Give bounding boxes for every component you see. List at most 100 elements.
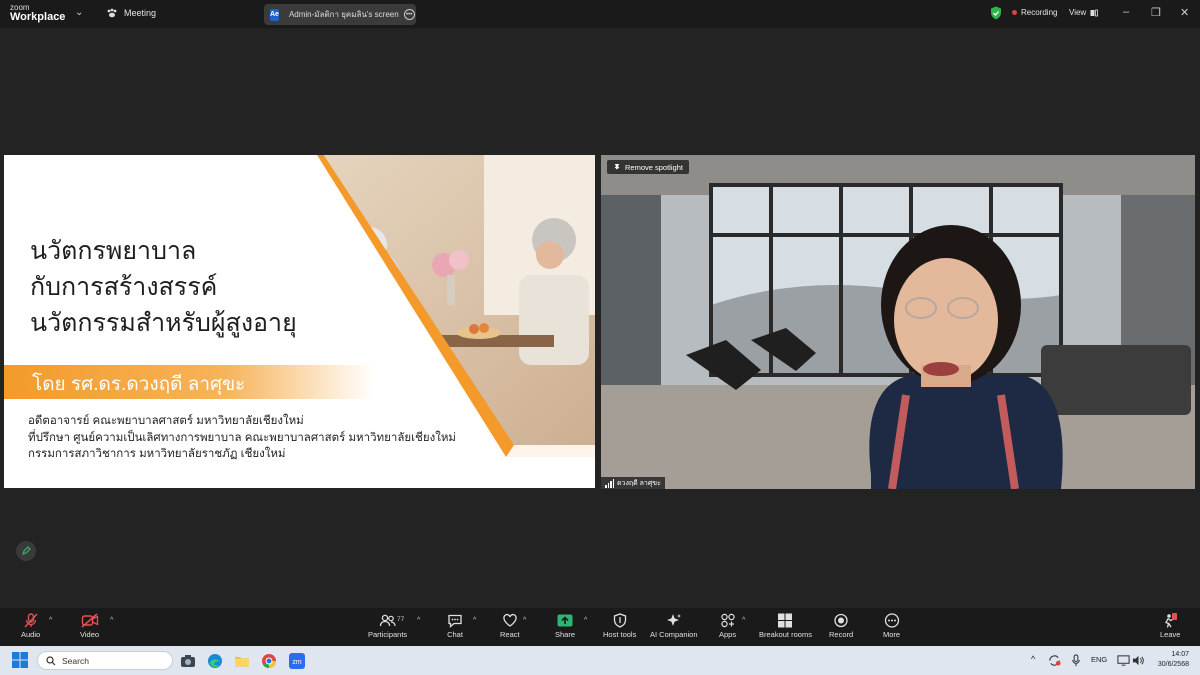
share-tab[interactable]: Ae Admin-มัลติกา ยุคมลิน's screen ••• [264, 4, 416, 25]
ai-companion-button[interactable]: AI Companion [650, 613, 698, 639]
annotate-pencil-icon[interactable] [16, 541, 36, 561]
camera-app-icon[interactable] [180, 653, 196, 669]
chat-caret-icon[interactable]: ^ [473, 617, 476, 624]
slide-title-line: นวัตกรรมสำหรับผู้สูงอายุ [30, 309, 297, 337]
host-tools-label: Host tools [603, 630, 637, 639]
sparkle-icon [666, 614, 681, 626]
leave-button[interactable]: Leave [1160, 613, 1180, 639]
record-icon [834, 613, 848, 628]
more-options-icon[interactable]: ••• [403, 9, 415, 20]
signal-bars-icon [605, 478, 614, 488]
speaker-video[interactable]: Remove spotlight ดวงฤดี ลาศุขะ [601, 155, 1195, 489]
breakout-grid-icon [778, 613, 793, 628]
network-icon[interactable] [1117, 654, 1130, 667]
participant-nameplate: ดวงฤดี ลาศุขะ [601, 477, 665, 489]
more-icon [884, 613, 899, 628]
view-layout-icon [1090, 9, 1099, 16]
close-icon[interactable]: ✕ [1180, 6, 1189, 19]
recording-dot-icon [1012, 10, 1017, 15]
audio-caret-icon[interactable]: ^ [49, 617, 52, 624]
sync-alert-icon[interactable] [1048, 654, 1061, 667]
share-caret-icon[interactable]: ^ [584, 617, 587, 624]
share-button[interactable]: Share [555, 613, 575, 639]
video-label: Video [80, 630, 100, 639]
camera-off-icon [81, 613, 98, 628]
share-label: Share [555, 630, 576, 639]
clock-time: 14:07 [1171, 651, 1189, 658]
meeting-label: Meeting [124, 8, 157, 18]
leave-label: Leave [1160, 630, 1181, 639]
pin-icon [614, 164, 620, 170]
share-screen-icon [557, 614, 573, 627]
shield-icon [613, 613, 626, 628]
video-button[interactable]: Video [80, 613, 99, 639]
search-icon [46, 655, 56, 665]
recording-indicator[interactable]: Recording [1012, 8, 1057, 17]
chevron-down-icon[interactable]: ⌄ [75, 7, 83, 18]
audio-label: Audio [21, 630, 41, 639]
chat-icon [448, 614, 462, 628]
heart-icon [503, 613, 517, 627]
title-bar: zoom Workplace ⌄ Meeting Ae Admin-มัลติก… [0, 0, 1200, 28]
tab-title: Admin-มัลติกา ยุคมลิน's screen [288, 10, 399, 19]
chat-label: Chat [447, 630, 463, 639]
react-button[interactable]: React [500, 613, 520, 639]
search-placeholder: Search [62, 655, 89, 666]
breakout-label: Breakout rooms [759, 630, 812, 639]
file-explorer-icon[interactable] [234, 653, 250, 669]
more-button[interactable]: More [883, 613, 900, 639]
windows-taskbar: Search zm ^ ENG 14:07 30/6/2568 [0, 646, 1200, 675]
react-caret-icon[interactable]: ^ [523, 617, 526, 624]
video-feed [601, 155, 1195, 489]
volume-icon[interactable] [1132, 654, 1145, 667]
slide-credentials: อดีตอาจารย์ คณะพยาบาลศาสตร์ มหาวิทยาลัยเ… [28, 413, 456, 463]
shield-check-icon[interactable] [990, 6, 1002, 20]
slide-title-line: นวัตกรพยาบาล [30, 237, 197, 265]
chrome-browser-icon[interactable] [261, 653, 277, 669]
minimize-icon[interactable]: – [1123, 6, 1129, 18]
windows-start-icon[interactable] [12, 652, 28, 668]
record-button[interactable]: Record [829, 613, 853, 639]
breakout-rooms-button[interactable]: Breakout rooms [759, 613, 812, 639]
credential-line: กรรมการสภาวิชาการ มหาวิทยาลัยราชภัฏ เชีย… [28, 448, 286, 460]
video-caret-icon[interactable]: ^ [110, 617, 113, 624]
restore-icon[interactable]: ❐ [1151, 6, 1161, 19]
slide-title: นวัตกรพยาบาล กับการสร้างสรรค์ นวัตกรรมสำ… [30, 233, 297, 341]
recording-label: Recording [1021, 8, 1058, 17]
apps-caret-icon[interactable]: ^ [742, 617, 745, 624]
zoom-logo: zoom Workplace [10, 4, 65, 23]
shared-screen: นวัตกรพยาบาล กับการสร้างสรรค์ นวัตกรรมสำ… [4, 155, 595, 488]
edge-browser-icon[interactable] [207, 653, 223, 669]
paw-icon [107, 8, 117, 18]
language-indicator[interactable]: ENG [1091, 655, 1107, 664]
clock-date: 30/6/2568 [1157, 661, 1189, 668]
microphone-icon[interactable] [1070, 654, 1082, 667]
apps-label: Apps [719, 630, 737, 639]
participants-label: Participants [368, 630, 408, 639]
chat-button[interactable]: Chat [447, 613, 463, 639]
view-label: View [1069, 8, 1087, 17]
remove-spotlight-button[interactable]: Remove spotlight [607, 160, 689, 174]
participants-caret-icon[interactable]: ^ [417, 617, 420, 624]
view-button[interactable]: View [1069, 8, 1099, 17]
meeting-toolbar [0, 608, 1200, 646]
taskbar-clock[interactable]: 14:07 30/6/2568 [1153, 650, 1189, 670]
mic-muted-icon [24, 613, 38, 628]
zoom-app-icon[interactable]: zm [289, 653, 305, 669]
tray-overflow-icon[interactable]: ^ [1031, 654, 1035, 664]
host-tools-button[interactable]: Host tools [603, 613, 636, 639]
svg-text:zm: zm [292, 659, 302, 666]
participants-icon [379, 614, 396, 627]
slide-title-line: กับการสร้างสรรค์ [30, 273, 218, 301]
slide-byline: โดย รศ.ดร.ดวงฤดี ลาศุขะ [32, 374, 246, 395]
participant-count: 77 [397, 616, 405, 623]
taskbar-search-box[interactable]: Search [37, 651, 173, 670]
ae-badge-icon: Ae [270, 8, 279, 21]
meeting-menu[interactable]: Meeting [106, 8, 156, 18]
credential-line: อดีตอาจารย์ คณะพยาบาลศาสตร์ มหาวิทยาลัยเ… [28, 415, 304, 427]
react-label: React [500, 630, 520, 639]
apps-button[interactable]: Apps [719, 613, 736, 639]
logo-bottom: Workplace [10, 11, 66, 23]
audio-button[interactable]: Audio [21, 613, 40, 639]
more-label: More [883, 630, 901, 639]
